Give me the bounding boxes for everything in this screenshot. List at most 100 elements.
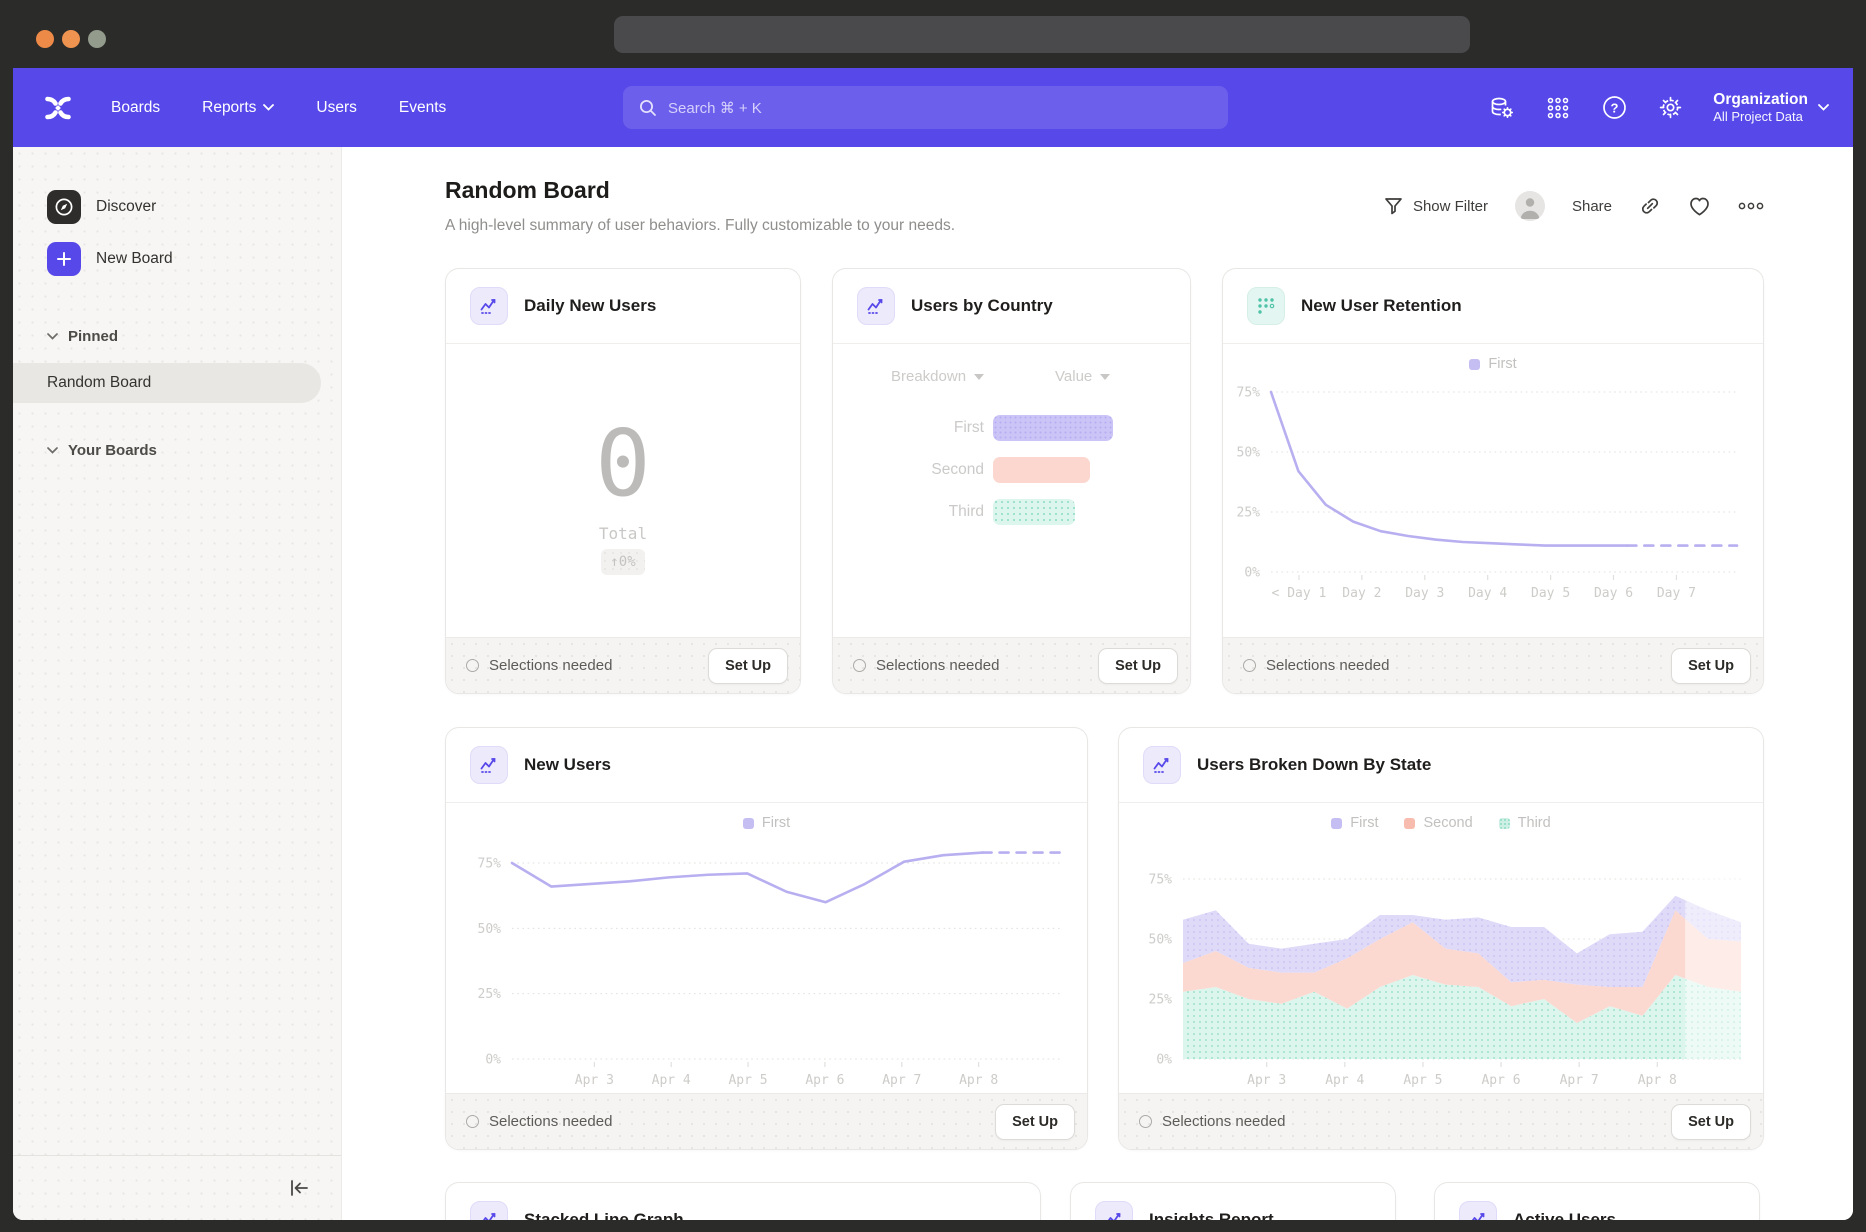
card-body: Breakdown Value First [833, 344, 1190, 637]
card-stacked-line-graph[interactable]: Stacked Line Graph [445, 1182, 1041, 1220]
show-filter-label: Show Filter [1413, 198, 1488, 215]
section-label: Your Boards [68, 442, 157, 459]
card-users-by-country[interactable]: Users by Country Breakdown Value [832, 268, 1191, 694]
svg-text:Day 3: Day 3 [1405, 586, 1444, 601]
window-titlebar [0, 0, 1866, 68]
svg-text:0%: 0% [485, 1053, 501, 1068]
card-title: Active Users [1513, 1210, 1616, 1220]
nav-item-label: Boards [111, 99, 160, 117]
stacked-area-chart: 75%50%25%0%Apr 3Apr 4Apr 5Apr 6Apr 7Apr … [1119, 803, 1763, 1095]
settings-gear-icon[interactable] [1657, 95, 1683, 121]
status-text: Selections needed [489, 657, 612, 674]
favorite-heart-icon[interactable] [1688, 196, 1711, 217]
org-name: Organization [1713, 90, 1808, 109]
show-filter-button[interactable]: Show Filter [1384, 197, 1488, 215]
card-title: Stacked Line Graph [524, 1210, 684, 1220]
card-title: Insights Report [1149, 1210, 1274, 1220]
value-dropdown[interactable]: Value [1055, 368, 1110, 385]
status-radio-icon [466, 1115, 479, 1128]
chevron-down-icon [47, 447, 58, 454]
window-zoom-button[interactable] [88, 30, 106, 48]
svg-text:Day 4: Day 4 [1468, 586, 1507, 601]
more-options-icon[interactable] [1738, 202, 1764, 210]
breakdown-dropdown[interactable]: Breakdown [891, 368, 984, 385]
svg-text:0%: 0% [1156, 1053, 1172, 1068]
card-new-user-retention[interactable]: New User Retention First 75%50%25%0%< Da… [1222, 268, 1764, 694]
svg-text:Apr 7: Apr 7 [882, 1073, 921, 1088]
data-management-icon[interactable] [1489, 95, 1515, 121]
sidebar-item-new-board[interactable]: New Board [13, 237, 341, 281]
avatar[interactable] [1515, 191, 1545, 221]
search-input[interactable]: Search ⌘ + K [623, 86, 1228, 129]
card-footer: Selections needed Set Up [1119, 1093, 1763, 1149]
board-name: Random Board [47, 374, 151, 392]
page-subtitle: A high-level summary of user behaviors. … [445, 217, 955, 235]
svg-text:Apr 6: Apr 6 [1481, 1073, 1520, 1088]
card-header: Stacked Line Graph [446, 1183, 1040, 1220]
nav-item-reports[interactable]: Reports [202, 99, 274, 117]
svg-text:25%: 25% [1149, 993, 1173, 1008]
card-users-by-state[interactable]: Users Broken Down By State First Second … [1118, 727, 1764, 1150]
collapse-sidebar-icon[interactable] [287, 1178, 311, 1198]
sidebar-item-discover[interactable]: Discover [13, 185, 341, 229]
card-insights-report[interactable]: Insights Report [1070, 1182, 1396, 1220]
svg-text:Apr 8: Apr 8 [1638, 1073, 1677, 1088]
bar-label: Second [833, 461, 993, 479]
card-body: First Second Third 75%50%25%0%Apr 3Apr 4… [1119, 803, 1763, 1093]
mixpanel-logo[interactable] [43, 93, 73, 123]
window-minimize-button[interactable] [62, 30, 80, 48]
set-up-button[interactable]: Set Up [1671, 648, 1751, 684]
share-label: Share [1572, 198, 1612, 215]
line-chart-icon [857, 287, 895, 325]
set-up-button[interactable]: Set Up [1098, 648, 1178, 684]
retention-grid-icon [1247, 287, 1285, 325]
copy-link-icon[interactable] [1639, 195, 1661, 217]
card-footer: Selections needed Set Up [446, 637, 800, 693]
browser-address-bar[interactable] [614, 16, 1470, 53]
set-up-button[interactable]: Set Up [995, 1104, 1075, 1140]
card-active-users[interactable]: Active Users [1434, 1182, 1760, 1220]
apps-grid-icon[interactable] [1545, 95, 1571, 121]
page-title: Random Board [445, 177, 610, 204]
sidebar-section-your-boards[interactable]: Your Boards [13, 435, 341, 465]
card-title: Users by Country [911, 296, 1053, 316]
set-up-button[interactable]: Set Up [708, 648, 788, 684]
card-daily-new-users[interactable]: Daily New Users 0 Total ↑0% Selections n… [445, 268, 801, 694]
org-project: All Project Data [1713, 109, 1808, 125]
card-header: New Users [446, 728, 1087, 803]
sidebar-item-random-board-selected[interactable]: Random Board [13, 363, 321, 403]
metric-label: Total [599, 524, 647, 543]
bar-first [993, 415, 1113, 441]
org-switcher[interactable]: Organization All Project Data [1713, 90, 1829, 126]
card-header: Daily New Users [446, 269, 800, 344]
window-close-button[interactable] [36, 30, 54, 48]
card-body: First 75%50%25%0%Apr 3Apr 4Apr 5Apr 6Apr… [446, 803, 1087, 1093]
top-navbar: Boards Reports Users Events Search ⌘ + K [13, 68, 1853, 147]
card-footer: Selections needed Set Up [833, 637, 1190, 693]
card-header: Users by Country [833, 269, 1190, 344]
nav-item-label: Users [316, 99, 356, 117]
nav-item-events[interactable]: Events [399, 99, 446, 117]
nav-item-users[interactable]: Users [316, 99, 356, 117]
svg-text:Apr 5: Apr 5 [728, 1073, 767, 1088]
bar-row: First [833, 415, 1113, 441]
app-window: Boards Reports Users Events Search ⌘ + K [13, 68, 1853, 1220]
chevron-down-icon [263, 104, 274, 111]
share-button[interactable]: Share [1572, 198, 1612, 215]
metric-delta-badge: ↑0% [601, 549, 644, 575]
card-title: Daily New Users [524, 296, 656, 316]
screen: Boards Reports Users Events Search ⌘ + K [0, 0, 1866, 1232]
help-icon[interactable]: ? [1601, 95, 1627, 121]
svg-text:Day 2: Day 2 [1342, 586, 1381, 601]
svg-text:?: ? [1610, 100, 1618, 115]
chevron-down-icon [1818, 104, 1829, 111]
card-new-users[interactable]: New Users First 75%50%25%0%Apr 3Apr 4Apr… [445, 727, 1088, 1150]
bar-row: Second [833, 457, 1090, 483]
nav-item-label: Events [399, 99, 446, 117]
line-chart-icon [1143, 746, 1181, 784]
nav-item-boards[interactable]: Boards [111, 99, 160, 117]
set-up-button[interactable]: Set Up [1671, 1104, 1751, 1140]
sidebar-section-pinned[interactable]: Pinned [13, 321, 341, 351]
board-actions: Show Filter Share [1384, 191, 1764, 221]
nav-item-label: Reports [202, 99, 256, 117]
